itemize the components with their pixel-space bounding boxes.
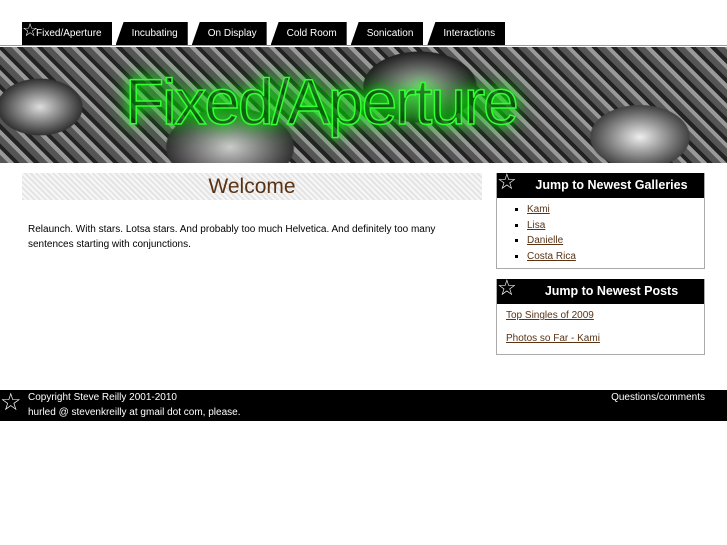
star-icon: ☆: [22, 20, 39, 40]
email-text: hurled @ stevenkreilly at gmail dot com,…: [28, 407, 241, 418]
star-icon: ☆: [0, 389, 22, 416]
tab-interactions[interactable]: Interactions: [427, 22, 506, 45]
gallery-link-lisa[interactable]: Lisa: [527, 220, 545, 231]
contact-text: Questions/comments: [611, 392, 705, 403]
copyright-text: Copyright Steve Reilly 2001-2010: [28, 392, 177, 403]
galleries-title: Jump to Newest Galleries: [535, 178, 688, 192]
page-title: Welcome: [22, 173, 482, 200]
post-link-photos-so-far[interactable]: Photos so Far - Kami: [506, 333, 600, 344]
gallery-link-kami[interactable]: Kami: [527, 204, 550, 215]
posts-panel: ☆ Jump to Newest Posts Top Singles of 200…: [496, 275, 705, 355]
star-icon: ☆: [497, 169, 517, 194]
star-icon: ☆: [497, 275, 517, 300]
list-item: Kami: [527, 202, 704, 218]
gallery-link-danielle[interactable]: Danielle: [527, 235, 563, 246]
tab-fixed-aperture[interactable]: ☆ Fixed/Aperture: [22, 20, 112, 45]
list-item: Costa Rica: [527, 249, 704, 265]
main-content: Welcome Relaunch. With stars. Lotsa star…: [22, 173, 482, 252]
nav-divider: [0, 45, 727, 46]
posts-title: Jump to Newest Posts: [544, 284, 679, 298]
post-link-top-singles[interactable]: Top Singles of 2009: [506, 310, 594, 321]
tab-sonication[interactable]: Sonication: [350, 22, 424, 45]
footer: ☆ Copyright Steve Reilly 2001-2010 hurle…: [0, 389, 727, 421]
tab-cold-room[interactable]: Cold Room: [270, 22, 347, 45]
header-banner: Fixed/Aperture: [0, 47, 727, 163]
list-item: Danielle: [527, 233, 704, 249]
banner-logo: Fixed/Aperture: [124, 65, 519, 139]
intro-text: Relaunch. With stars. Lotsa stars. And p…: [28, 224, 436, 250]
main-nav: ☆ Fixed/Aperture Incubating On Display Co…: [22, 20, 506, 45]
list-item: Lisa: [527, 218, 704, 234]
gallery-link-costa-rica[interactable]: Costa Rica: [527, 251, 576, 262]
tab-incubating[interactable]: Incubating: [115, 22, 188, 45]
tab-on-display[interactable]: On Display: [191, 22, 267, 45]
galleries-panel: ☆ Jump to Newest Galleries Kami Lisa Dani…: [496, 169, 705, 269]
